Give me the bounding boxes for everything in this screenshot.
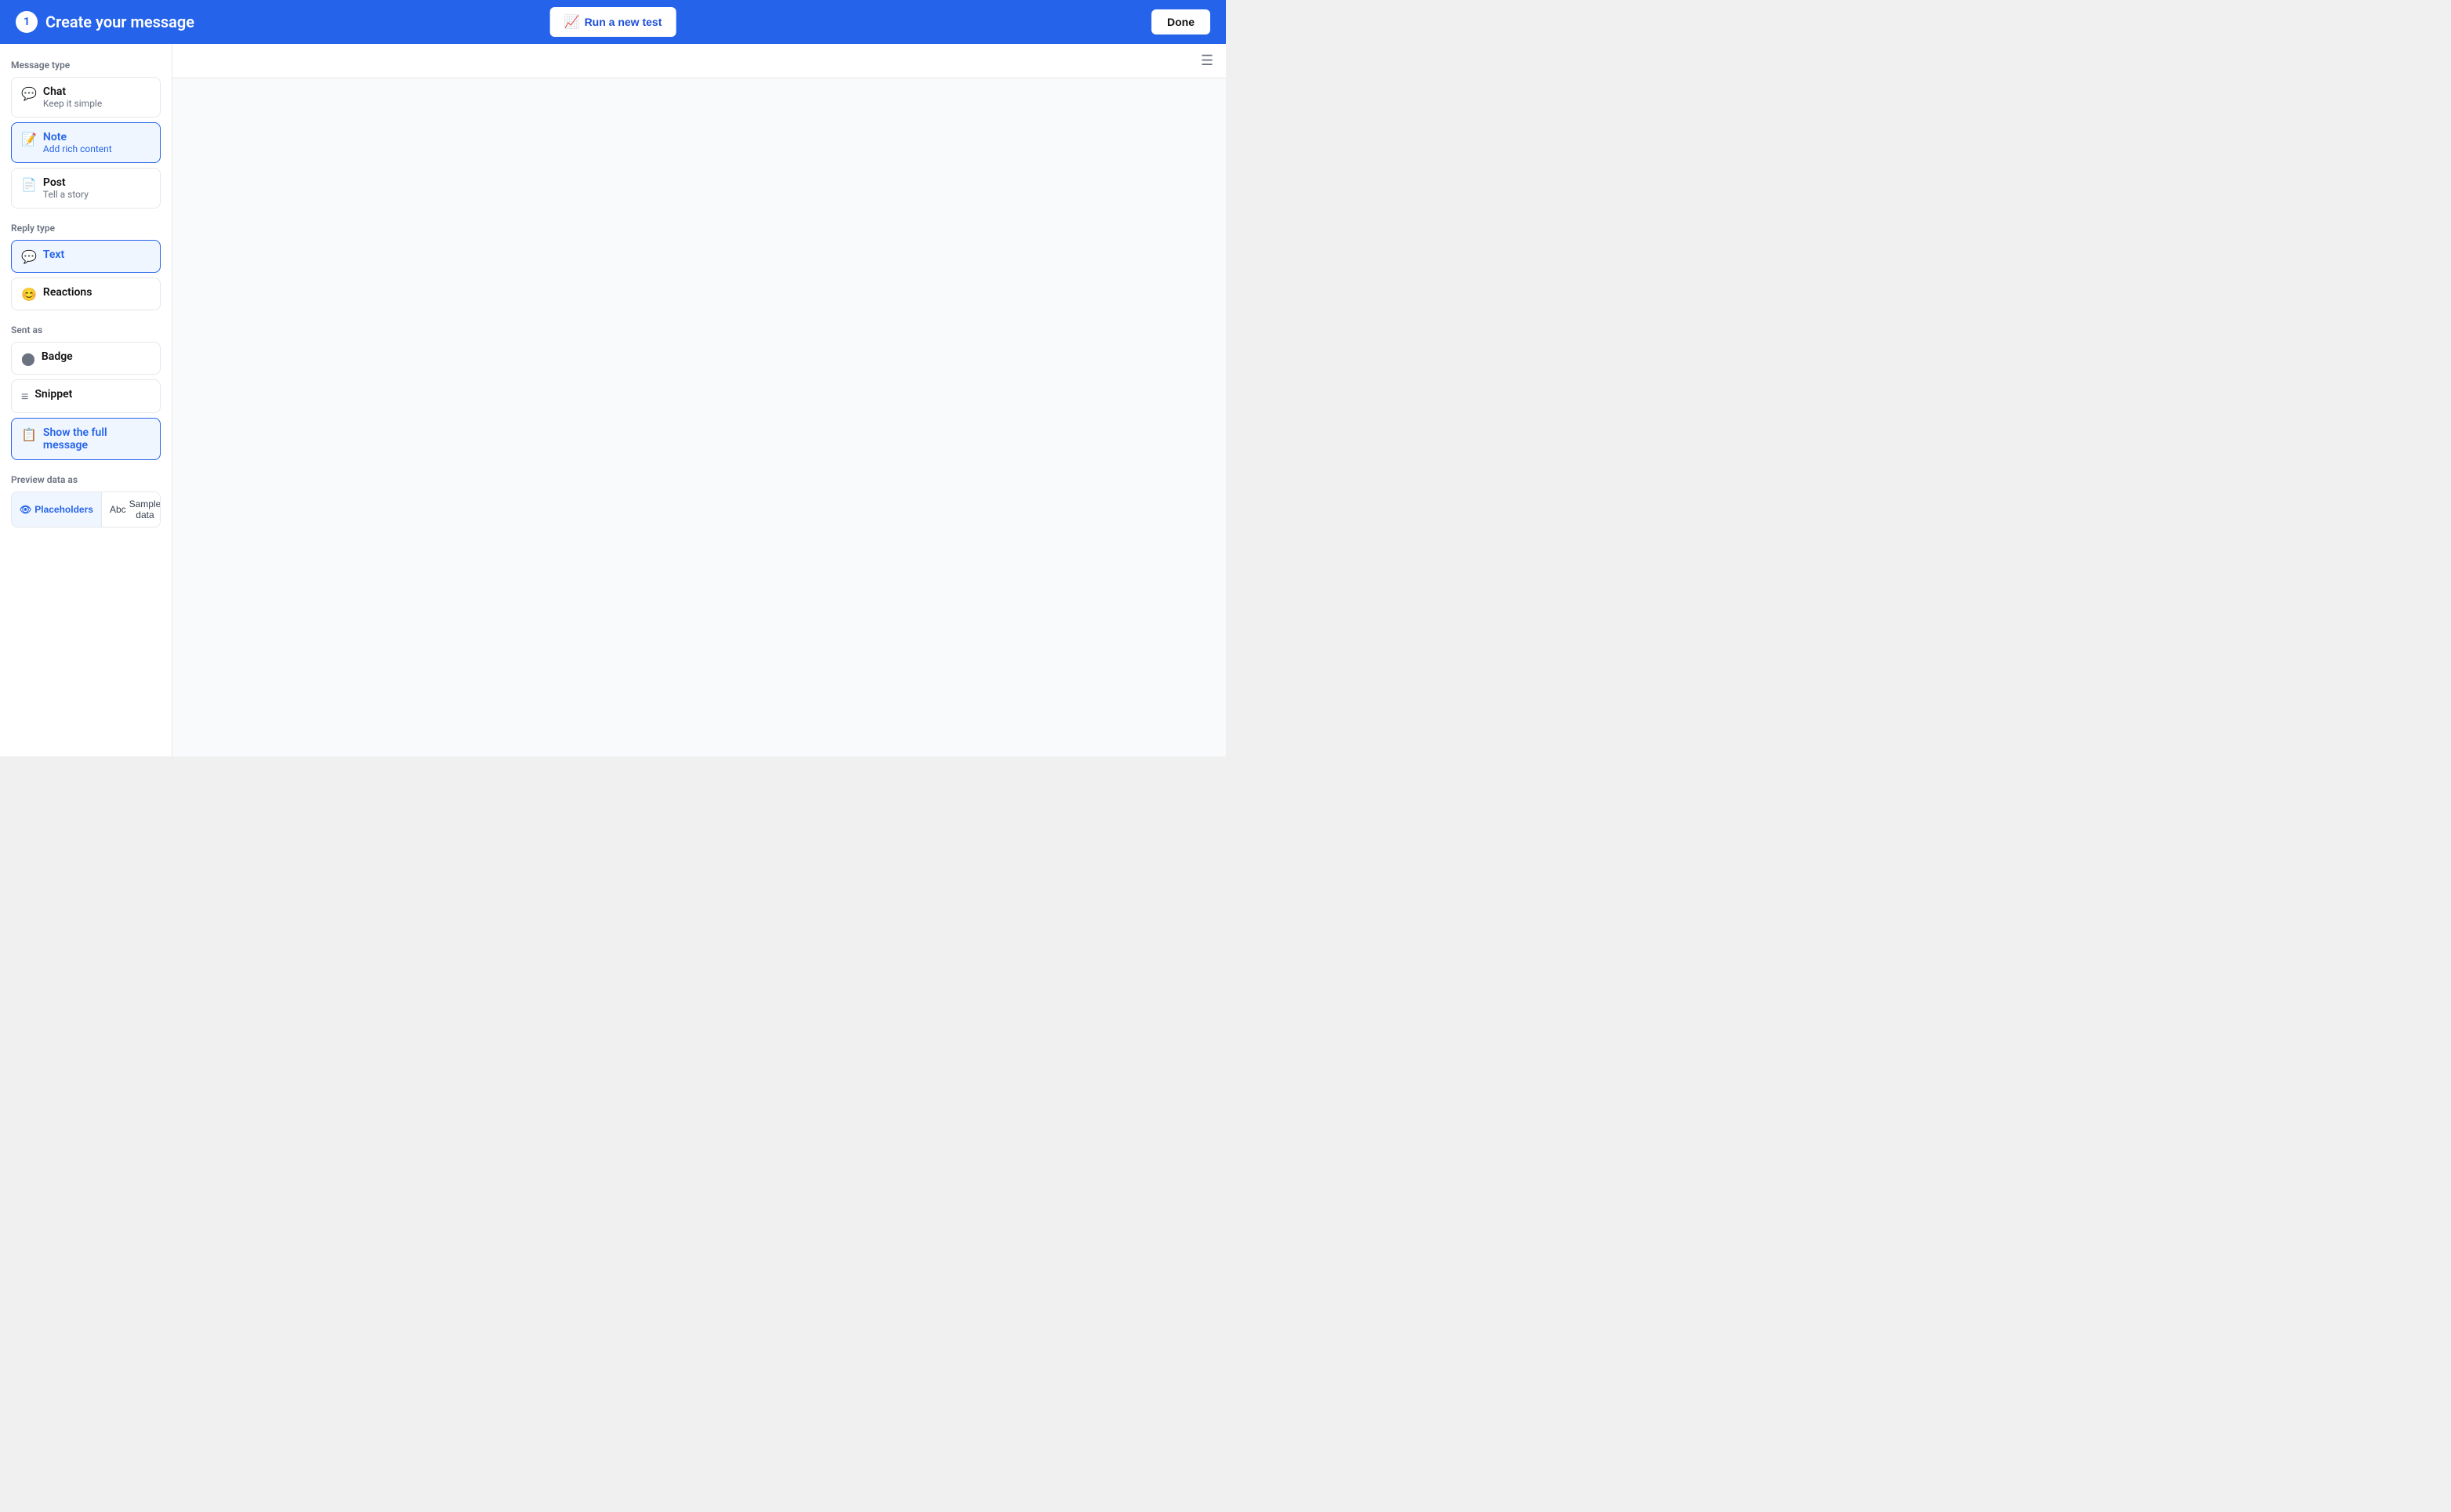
reply-type-reactions[interactable]: 😊 Reactions	[11, 277, 161, 310]
content-area: ☰ ⇄ A/B test Create two options and send…	[172, 44, 1226, 756]
note-icon: 📝	[21, 132, 37, 147]
menu-icon[interactable]: ☰	[1201, 53, 1213, 69]
chat-icon: 💬	[21, 86, 37, 101]
snippet-label: Snippet	[34, 388, 150, 401]
chart-icon: 📈	[564, 14, 580, 30]
preview-placeholders-btn[interactable]: 👁 Placeholders	[12, 492, 101, 527]
reply-type-text[interactable]: 💬 Text	[11, 240, 161, 273]
sent-as-snippet[interactable]: ≡ Snippet	[11, 379, 161, 413]
preview-label: Preview data as	[11, 474, 161, 485]
message-type-note[interactable]: 📝 Note Add rich content	[11, 122, 161, 163]
chat-label: Chat	[43, 85, 150, 98]
reactions-icon: 😊	[21, 287, 37, 302]
post-icon: 📄	[21, 177, 37, 192]
header: 1 Create your message 📈 Run a new test D…	[0, 0, 1226, 44]
main-layout: Message type 💬 Chat Keep it simple 📝 Not…	[0, 44, 1226, 756]
note-label: Note	[43, 131, 150, 143]
sent-as-badge[interactable]: ⬤ Badge	[11, 342, 161, 375]
sent-as-label: Sent as	[11, 325, 161, 335]
reactions-label: Reactions	[43, 286, 150, 299]
badge-label: Badge	[42, 350, 150, 363]
sidebar: Message type 💬 Chat Keep it simple 📝 Not…	[0, 44, 172, 756]
step-indicator: 1	[16, 11, 38, 33]
full-message-label: Show the full message	[43, 426, 150, 451]
preview-sample-btn[interactable]: Abc Sample data	[101, 492, 161, 527]
badge-icon: ⬤	[21, 351, 35, 366]
post-label: Post	[43, 176, 150, 189]
text-label: Text	[43, 248, 150, 261]
text-reply-icon: 💬	[21, 249, 37, 264]
done-button[interactable]: Done	[1151, 9, 1210, 34]
message-type-post[interactable]: 📄 Post Tell a story	[11, 168, 161, 208]
full-message-icon: 📋	[21, 427, 37, 442]
sent-as-full[interactable]: 📋 Show the full message	[11, 418, 161, 460]
chat-sublabel: Keep it simple	[43, 98, 150, 109]
reply-type-label: Reply type	[11, 223, 161, 234]
note-sublabel: Add rich content	[43, 143, 150, 154]
snippet-icon: ≡	[21, 389, 28, 404]
message-type-chat[interactable]: 💬 Chat Keep it simple	[11, 77, 161, 118]
message-type-label: Message type	[11, 60, 161, 71]
abc-icon: Abc	[110, 504, 126, 515]
toolbar: ☰	[172, 44, 1226, 78]
post-sublabel: Tell a story	[43, 189, 150, 200]
eye-icon: 👁	[20, 504, 31, 515]
run-test-button[interactable]: 📈 Run a new test	[550, 7, 676, 37]
